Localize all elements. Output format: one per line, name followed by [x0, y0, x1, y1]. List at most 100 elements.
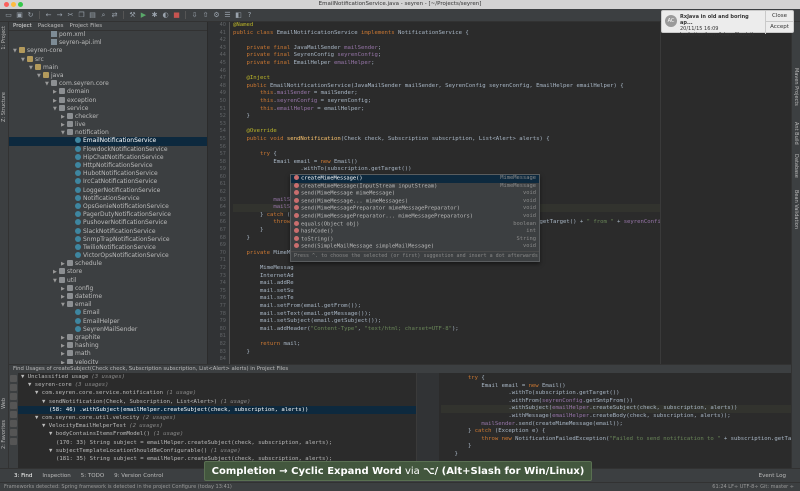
code-line[interactable]: private final JavaMailSender mailSender; [233, 45, 660, 53]
line-number[interactable]: 54 [208, 128, 229, 136]
usage-row[interactable]: ▼ com.seyren.core.util.velocity(2 usages… [18, 414, 416, 422]
code-line[interactable]: public void sendNotification(Check check… [233, 136, 660, 144]
notification-accept-button[interactable]: Accept [766, 22, 793, 33]
code-line[interactable]: InternetAd [233, 273, 660, 281]
maven-projects-tool-tab[interactable]: Maven Projects [793, 68, 799, 106]
line-number[interactable]: 61 [208, 181, 229, 189]
code-line[interactable] [233, 144, 660, 152]
tree-item[interactable]: HubotNotificationService [9, 170, 207, 178]
line-number[interactable]: 50 [208, 98, 229, 106]
usage-row[interactable]: (170: 33) String subject = emailHelper.c… [18, 439, 416, 447]
line-number[interactable]: 44 [208, 52, 229, 60]
line-number[interactable]: 49 [208, 90, 229, 98]
tree-item[interactable]: Email [9, 309, 207, 317]
run-icon[interactable]: ▶ [139, 11, 148, 20]
line-number[interactable]: 41 [208, 30, 229, 38]
tree-item[interactable]: ▼notification [9, 129, 207, 137]
build-icon[interactable]: ⚒ [128, 11, 137, 20]
back-icon[interactable]: ← [44, 11, 53, 20]
tree-item[interactable]: SeyrenMailSender [9, 326, 207, 334]
tree-item[interactable]: EmailNotificationService [9, 137, 207, 145]
line-number[interactable]: 68 [208, 235, 229, 243]
code-line[interactable]: } [233, 349, 660, 357]
vcs-update-icon[interactable]: ⇩ [190, 11, 199, 20]
tree-item[interactable]: ▶store [9, 268, 207, 276]
line-number[interactable]: 73 [208, 273, 229, 281]
line-number[interactable]: 58 [208, 159, 229, 167]
code-line[interactable] [233, 356, 660, 364]
code-line[interactable]: MimeMessag [233, 265, 660, 273]
code-line[interactable]: mail.addRe [233, 280, 660, 288]
tree-item[interactable]: ▶live [9, 121, 207, 129]
tree-item[interactable]: NotificationService [9, 195, 207, 203]
tree-item[interactable]: VictorOpsNotificationService [9, 252, 207, 260]
usage-row[interactable]: ▼ subjectTemplateLocationShouldBeConfigu… [18, 447, 416, 455]
tree-item[interactable]: ▼email [9, 301, 207, 309]
line-number[interactable]: 52 [208, 113, 229, 121]
coverage-icon[interactable]: ◐ [161, 11, 170, 20]
export-icon[interactable] [10, 438, 17, 445]
sdk-icon[interactable]: ◧ [234, 11, 243, 20]
debug-icon[interactable]: ✱ [150, 11, 159, 20]
collapse-all-icon[interactable] [10, 411, 17, 418]
code-line[interactable]: mail.setSubject(email.getSubject()); [233, 318, 660, 326]
usage-row[interactable]: ▼ VelocityEmailHelperTest(2 usages) [18, 422, 416, 430]
code-line[interactable]: @Override [233, 128, 660, 136]
notification-close-button[interactable]: Close [766, 11, 793, 22]
pin-icon[interactable] [10, 393, 17, 400]
code-line[interactable]: private final EmailHelper emailHelper; [233, 60, 660, 68]
line-number[interactable]: 82 [208, 341, 229, 349]
tree-item[interactable]: HttpNotificationService [9, 162, 207, 170]
tree-item[interactable]: ▼java [9, 72, 207, 80]
completion-item[interactable]: send(MimeMessage... mimeMessages)void [291, 198, 539, 206]
line-number[interactable]: 75 [208, 288, 229, 296]
line-number[interactable]: 64 [208, 204, 229, 212]
forward-icon[interactable]: → [55, 11, 64, 20]
tree-item[interactable]: SnmpTrapNotificationService [9, 236, 207, 244]
bean-validation-tool-tab[interactable]: Bean Validation [793, 190, 799, 229]
structure-tool-tab[interactable]: Z: Structure [1, 92, 7, 122]
rerun-icon[interactable] [10, 375, 17, 382]
tree-item[interactable]: FlowdockNotificationService [9, 146, 207, 154]
code-line[interactable]: this.emailHelper = emailHelper; [233, 106, 660, 114]
usage-row[interactable]: ▼ seyren-core(3 usages) [18, 381, 416, 389]
line-number[interactable]: 79 [208, 318, 229, 326]
tree-item[interactable]: ▶config [9, 285, 207, 293]
next-occurrence-icon[interactable] [10, 429, 17, 436]
paste-icon[interactable]: ▤ [88, 11, 97, 20]
line-number[interactable]: 40 [208, 22, 229, 30]
code-line[interactable] [233, 333, 660, 341]
line-number[interactable]: 55 [208, 136, 229, 144]
code-line[interactable]: mail.setText(email.getMessage()); [233, 311, 660, 319]
code-line[interactable]: public EmailNotificationService(JavaMail… [233, 83, 660, 91]
line-number[interactable]: 81 [208, 333, 229, 341]
tree-item[interactable]: ▶checker [9, 113, 207, 121]
tree-item[interactable]: ▼seyren-core [9, 47, 207, 55]
tree-item[interactable]: ▶hashing [9, 342, 207, 350]
code-line[interactable] [233, 121, 660, 129]
line-number[interactable]: 66 [208, 219, 229, 227]
usage-row[interactable]: (58: 46) .withSubject(emailHelper.create… [18, 406, 416, 414]
usage-row[interactable]: ▼ Unclassified usage(3 usages) [18, 373, 416, 381]
code-line[interactable]: public class EmailNotificationService im… [233, 30, 660, 38]
zoom-window-icon[interactable] [18, 2, 23, 7]
tree-item[interactable]: PagerDutyNotificationService [9, 211, 207, 219]
line-number[interactable]: 53 [208, 121, 229, 129]
tree-item[interactable]: ▶datetime [9, 293, 207, 301]
code-line[interactable]: @Named [233, 22, 660, 30]
line-number[interactable]: 46 [208, 68, 229, 76]
line-number[interactable]: 59 [208, 166, 229, 174]
code-line[interactable]: private final SeyrenConfig seyrenConfig; [233, 52, 660, 60]
code-line[interactable]: mail.addHeader("Content-Type", "text/htm… [233, 326, 660, 334]
tab-todo[interactable]: 5: TODO [81, 473, 104, 479]
structure-icon[interactable]: ☰ [223, 11, 232, 20]
line-number[interactable]: 70 [208, 250, 229, 258]
tree-item[interactable]: EmailHelper [9, 318, 207, 326]
line-number[interactable]: 67 [208, 227, 229, 235]
line-number[interactable]: 71 [208, 257, 229, 265]
settings-icon[interactable]: ⚙ [212, 11, 221, 20]
tree-item[interactable]: ▼util [9, 277, 207, 285]
sync-icon[interactable]: ↻ [26, 11, 35, 20]
tab-inspection[interactable]: Inspection [42, 473, 70, 479]
tree-item[interactable]: ▼com.seyren.core [9, 80, 207, 88]
